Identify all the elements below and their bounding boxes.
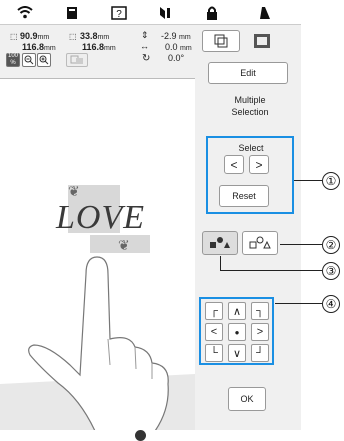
ok-button[interactable]: OK [228,387,266,411]
move-right-button[interactable]: > [251,323,269,341]
horizontal-move-icon: ↔ [140,41,149,51]
right-panel: Edit Multiple Selection Select < > Reset… [195,26,301,441]
zoom-in-icon[interactable] [37,53,51,67]
group-select-button[interactable] [202,231,238,255]
machine-screen: ? ⬚ 90.9mm 116.8mm ⬚ 33.8mm 116.8mm ⇕ -2… [0,0,301,441]
height-value: 116.8mm [22,42,56,52]
vertical-move-icon: ⇕ [141,30,149,40]
hand-icon [0,256,195,430]
callout-line-2 [280,244,322,245]
callout-2: ② [322,236,340,254]
thread-icon[interactable] [150,3,180,22]
presser-foot-icon[interactable] [250,3,280,22]
root: ? ⬚ 90.9mm 116.8mm ⬚ 33.8mm 116.8mm ⇕ -2… [0,0,344,441]
select-prev-button[interactable]: < [224,155,244,174]
select-next-button[interactable]: > [249,155,269,174]
select-label: Select [238,143,264,153]
multi-screen-button[interactable] [202,30,240,52]
move-up-left-button[interactable]: ┌ [205,302,223,320]
center-button[interactable]: ● [228,323,246,341]
reset-button[interactable]: Reset [219,185,269,207]
bottom-bar [0,430,301,441]
vertical-offset: -2.9 mm [161,31,191,41]
callout-4: ④ [322,295,340,313]
callout-line-4 [275,303,322,304]
callout-3: ③ [322,262,340,280]
embroidery-canvas[interactable]: ❦ ❦ LOVE [0,78,195,430]
help-icon[interactable]: ? [104,3,134,22]
callout-line-1 [294,180,322,181]
zoom-out-icon[interactable] [22,53,36,67]
callout-line-3a [220,256,221,270]
callout-line-3b [220,270,322,271]
edit-button[interactable]: Edit [208,62,288,84]
grid-view-icon[interactable] [66,53,88,67]
move-up-button[interactable]: ∧ [228,302,246,320]
book-icon[interactable] [57,3,87,22]
top-bar: ? [0,0,301,25]
move-down-right-button[interactable]: ┘ [251,344,269,362]
svg-text:?: ? [116,9,122,20]
flourish-icon: ❦ [68,183,80,199]
size2-icon: ⬚ [69,32,77,41]
design-text[interactable]: LOVE [56,199,145,237]
clock-icon [135,430,146,441]
width2-value: 33.8mm [80,31,110,41]
horizontal-offset: 0.0 mm [165,42,192,52]
move-up-right-button[interactable]: ┐ [251,302,269,320]
lock-icon[interactable] [197,3,227,22]
width-value: 90.9mm [20,31,50,41]
move-down-left-button[interactable]: └ [205,344,223,362]
move-left-button[interactable]: < [205,323,223,341]
height2-value: 116.8mm [82,42,116,52]
move-down-button[interactable]: ∨ [228,344,246,362]
callout-1: ① [322,172,340,190]
rotation-icon: ↻ [142,53,151,64]
zoom-100-button[interactable]: 100 % [6,53,20,67]
tablet-icon[interactable] [250,30,274,52]
mode-title: Multiple Selection [231,95,269,117]
wifi-icon[interactable] [10,3,40,22]
size-icon: ⬚ [10,32,18,41]
rotation-value: 0.0° [168,53,185,63]
group-deselect-button[interactable] [242,231,278,255]
